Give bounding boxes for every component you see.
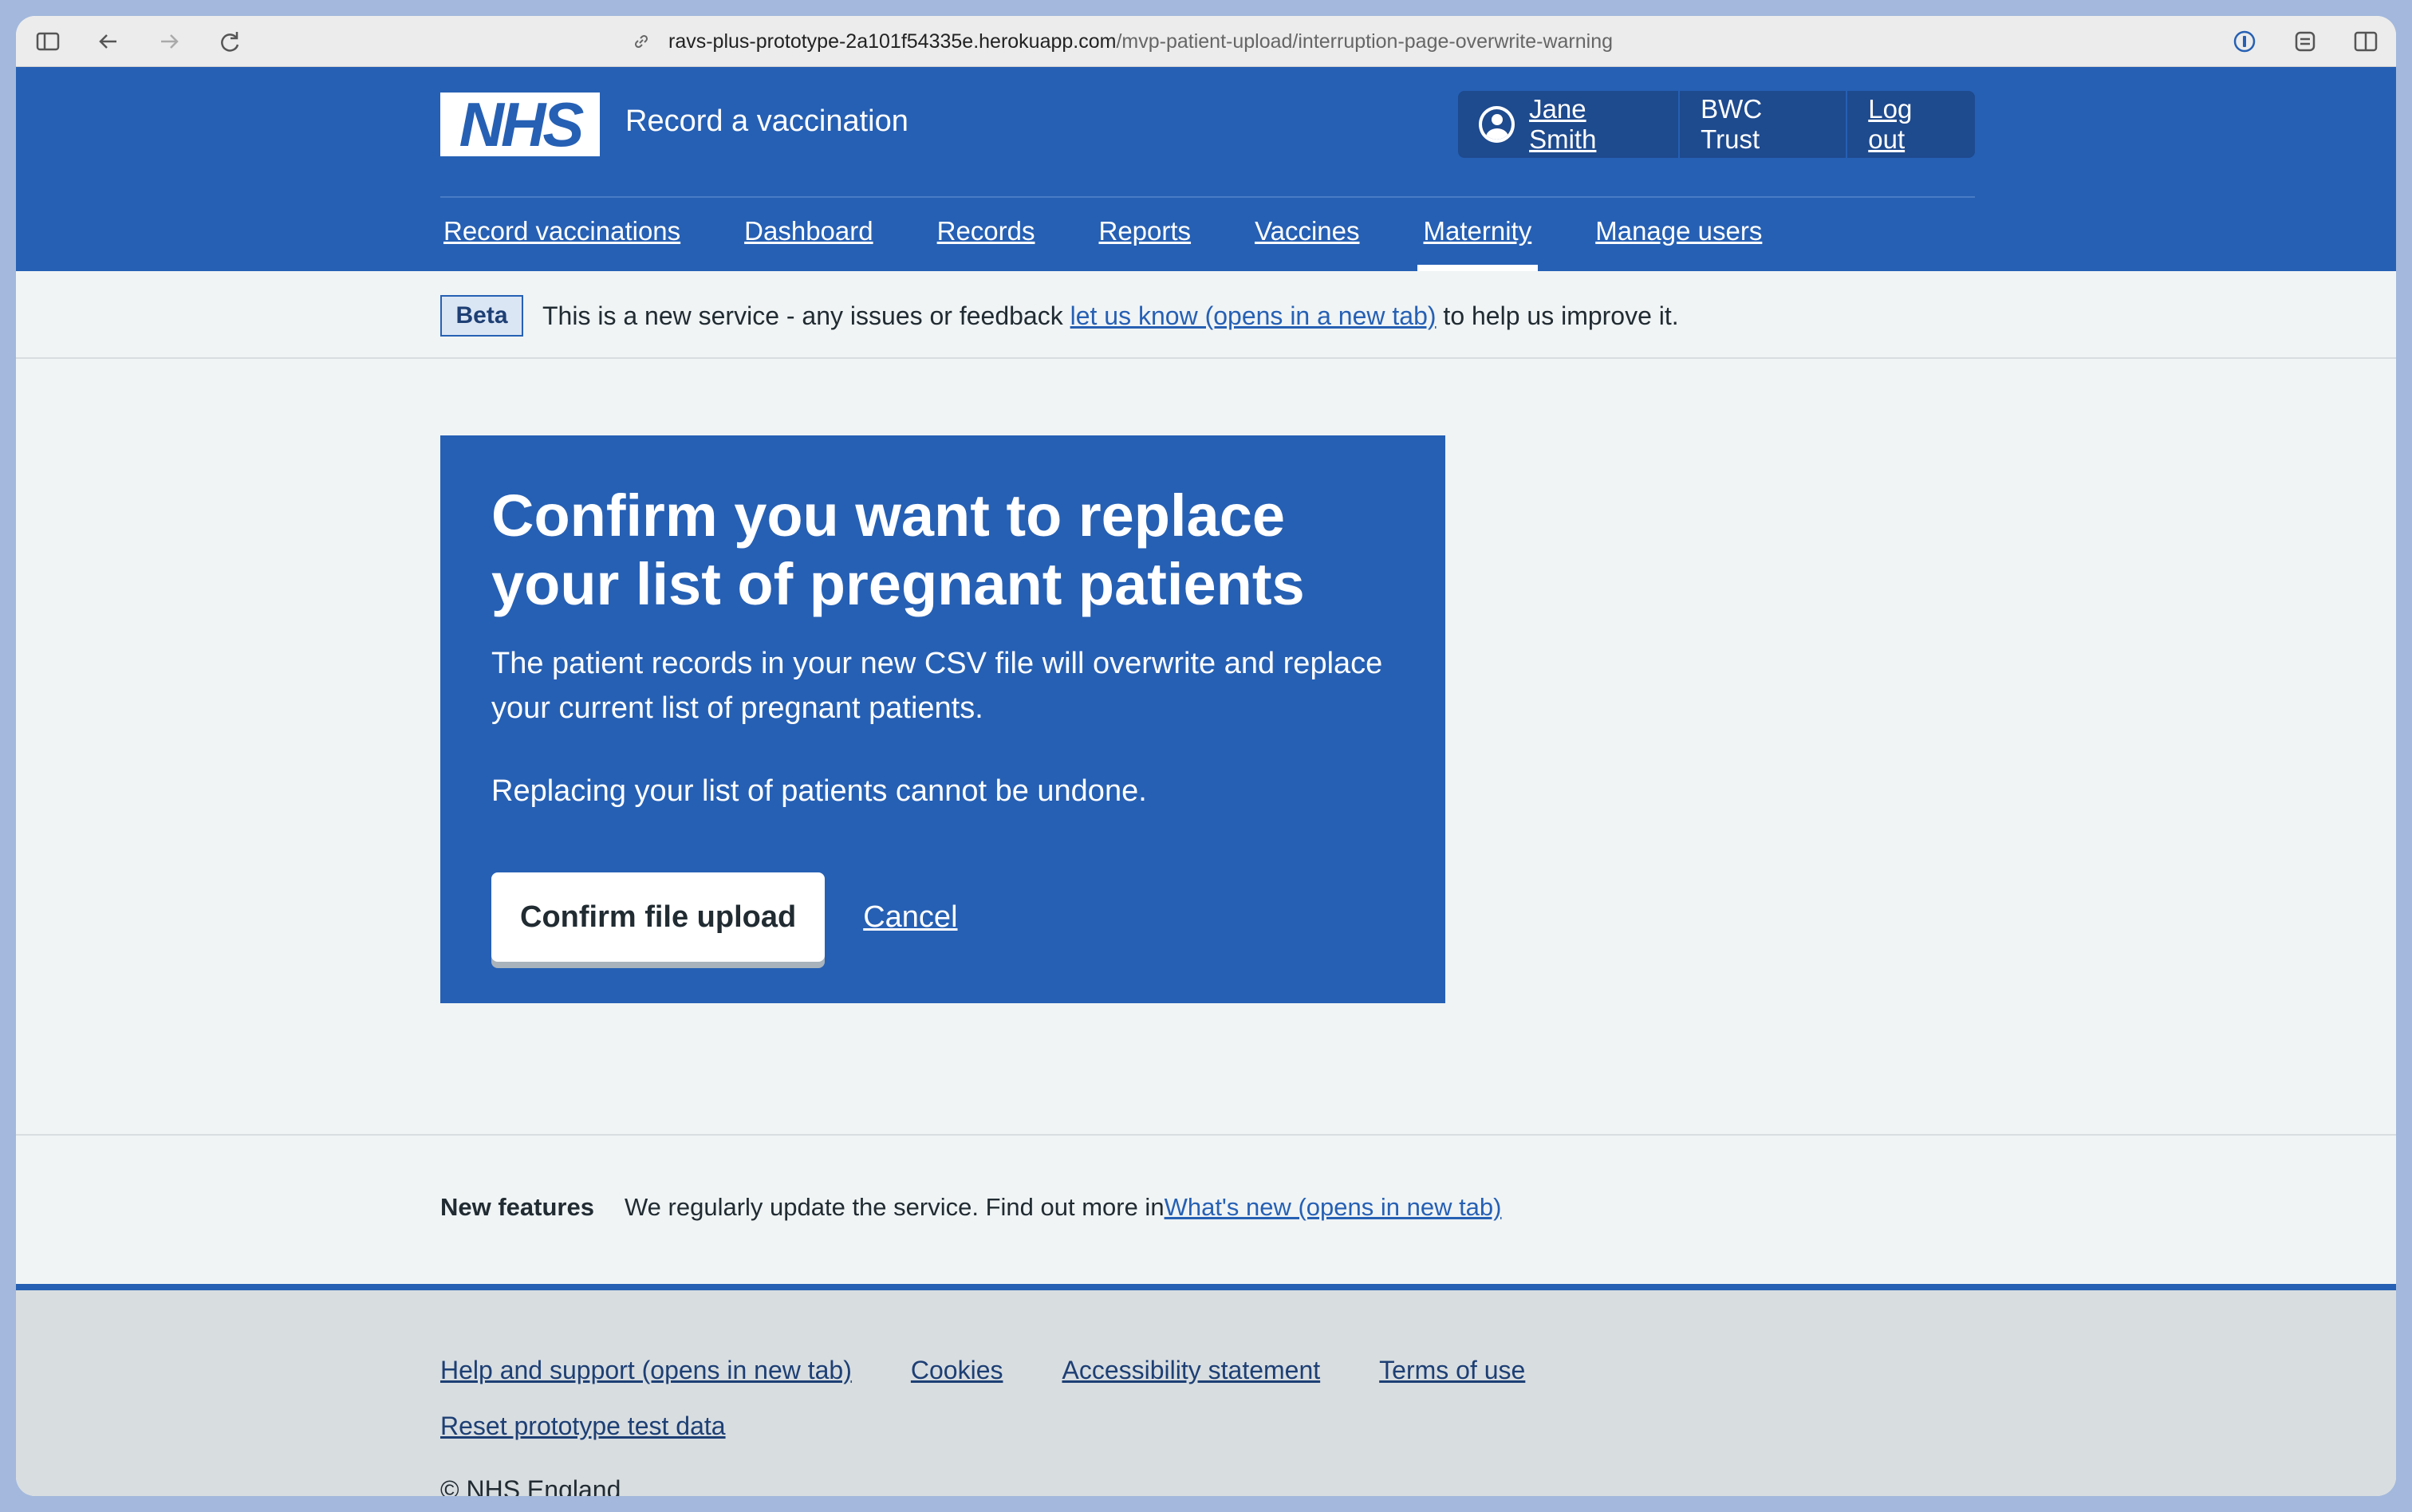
site-footer: Help and support (opens in new tab) Cook…	[16, 1284, 2396, 1496]
irreversible-notice: Replacing your list of patients cannot b…	[491, 774, 1147, 808]
confirm-upload-button[interactable]: Confirm file upload	[491, 872, 826, 962]
url-path: /mvp-patient-upload/interruption-page-ov…	[1116, 30, 1614, 53]
feedback-link[interactable]: let us know (opens in a new tab)	[1070, 301, 1437, 330]
account-user: Jane Smith	[1458, 91, 1681, 158]
browser-toolbar: ravs-plus-prototype-2a101f54335e.herokua…	[16, 16, 2396, 67]
nav-dashboard[interactable]: Dashboard	[741, 211, 876, 271]
features-divider	[16, 1134, 2396, 1136]
extension-icon[interactable]	[2292, 29, 2318, 54]
browser-window: ravs-plus-prototype-2a101f54335e.herokua…	[16, 16, 2396, 1496]
link-icon	[634, 34, 648, 49]
nav-maternity[interactable]: Maternity	[1417, 211, 1538, 271]
reload-icon[interactable]	[217, 29, 242, 54]
logout-segment: Log out	[1847, 91, 1975, 158]
nav-vaccines[interactable]: Vaccines	[1251, 211, 1362, 271]
password-manager-icon[interactable]	[2232, 29, 2257, 54]
beta-tag: Beta	[440, 295, 523, 337]
header-divider	[440, 196, 1975, 198]
new-features-label: New features	[440, 1193, 594, 1221]
reset-data-link[interactable]: Reset prototype test data	[440, 1412, 726, 1441]
nav-record-vaccinations[interactable]: Record vaccinations	[440, 211, 684, 271]
beta-banner: Beta This is a new service - any issues …	[16, 271, 2396, 359]
new-features-notice: New features We regularly update the ser…	[440, 1193, 1501, 1222]
whats-new-link[interactable]: What's new (opens in new tab)	[1165, 1193, 1502, 1222]
copyright: © NHS England	[440, 1475, 621, 1496]
interruption-panel: Confirm you want to replace your list of…	[440, 435, 1445, 1003]
logout-link[interactable]: Log out	[1868, 94, 1954, 155]
back-icon[interactable]	[96, 29, 121, 54]
user-icon	[1479, 106, 1515, 143]
footer-help-link[interactable]: Help and support (opens in new tab)	[440, 1356, 852, 1385]
footer-terms-link[interactable]: Terms of use	[1379, 1356, 1525, 1385]
split-view-icon[interactable]	[2353, 29, 2378, 54]
beta-text-before: This is a new service - any issues or fe…	[542, 301, 1070, 330]
footer-accessibility-link[interactable]: Accessibility statement	[1062, 1356, 1320, 1385]
user-name-link[interactable]: Jane Smith	[1529, 94, 1657, 155]
sidebar-toggle-icon[interactable]	[35, 29, 61, 54]
action-row: Confirm file upload Cancel	[491, 872, 958, 962]
forward-icon[interactable]	[156, 29, 182, 54]
url-host: ravs-plus-prototype-2a101f54335e.herokua…	[668, 30, 1117, 53]
beta-message: This is a new service - any issues or fe…	[542, 300, 1679, 332]
nav-reports[interactable]: Reports	[1096, 211, 1195, 271]
cancel-link[interactable]: Cancel	[863, 900, 957, 935]
warning-paragraph: The patient records in your new CSV file…	[491, 647, 1383, 725]
site-header: NHS Record a vaccination Jane Smith BWC …	[16, 67, 2396, 271]
service-name[interactable]: Record a vaccination	[625, 102, 908, 140]
organisation-name: BWC Trust	[1680, 91, 1848, 158]
nav-manage-users[interactable]: Manage users	[1592, 211, 1765, 271]
primary-navigation: Record vaccinations Dashboard Records Re…	[440, 211, 1823, 271]
beta-text-after: to help us improve it.	[1436, 301, 1679, 330]
address-bar[interactable]: ravs-plus-prototype-2a101f54335e.herokua…	[668, 29, 1613, 54]
nhs-logo[interactable]: NHS	[440, 93, 600, 156]
page-title: Confirm you want to replace your list of…	[491, 482, 1305, 617]
account-bar: Jane Smith BWC Trust Log out	[1458, 91, 1975, 158]
footer-cookies-link[interactable]: Cookies	[911, 1356, 1003, 1385]
new-features-text: We regularly update the service. Find ou…	[624, 1193, 1165, 1221]
footer-links: Help and support (opens in new tab) Cook…	[440, 1356, 1584, 1385]
nav-records[interactable]: Records	[934, 211, 1038, 271]
